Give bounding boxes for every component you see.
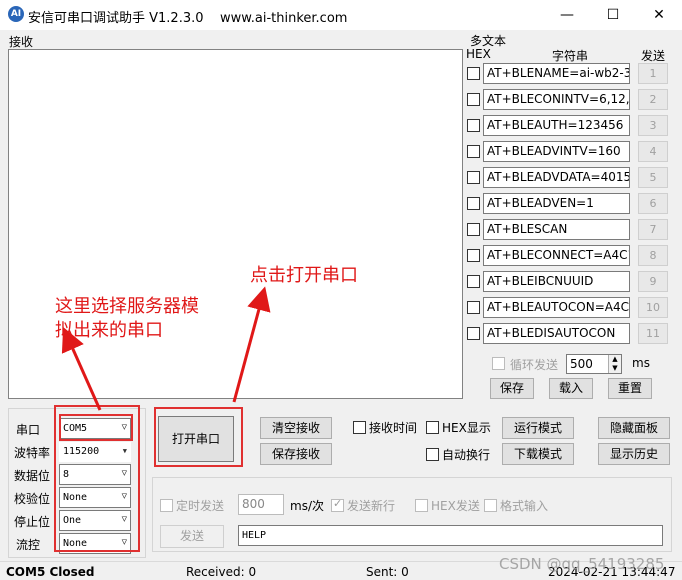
- annotation-arrows: [61, 286, 271, 411]
- arrow-to-open-note: [232, 286, 271, 403]
- arrow-to-port-note: [61, 327, 102, 411]
